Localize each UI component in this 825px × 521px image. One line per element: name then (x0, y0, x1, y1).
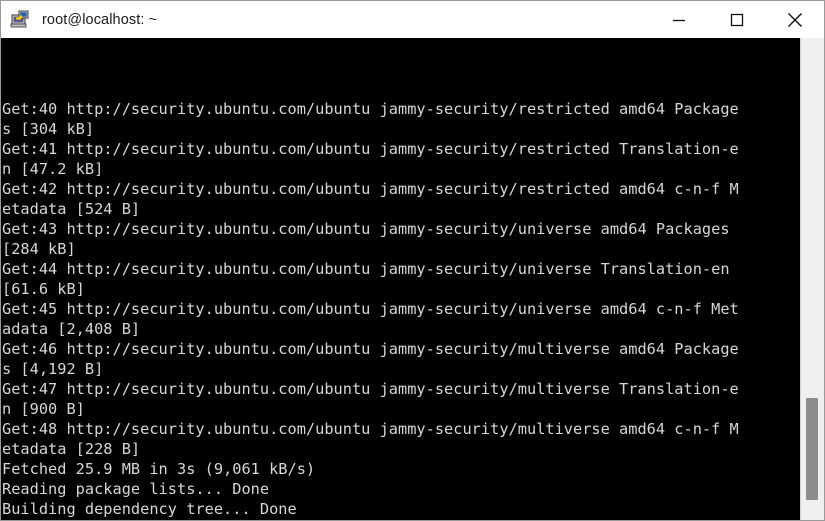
scrollbar-thumb[interactable] (806, 398, 818, 500)
window-title: root@localhost: ~ (42, 11, 158, 28)
terminal-line: Get:47 http://security.ubuntu.com/ubuntu… (2, 380, 739, 398)
terminal-line: n [900 B] (2, 400, 85, 418)
terminal-line: s [304 kB] (2, 120, 95, 138)
terminal-line: Fetched 25.9 MB in 3s (9,061 kB/s) (2, 460, 316, 478)
window-controls (650, 1, 824, 38)
minimize-icon (673, 19, 685, 21)
terminal-line: Get:42 http://security.ubuntu.com/ubuntu… (2, 180, 739, 198)
terminal-line: n [47.2 kB] (2, 160, 104, 178)
terminal-line: [61.6 kB] (2, 280, 85, 298)
title-bar[interactable]: root@localhost: ~ (1, 1, 824, 38)
terminal-line: Get:44 http://security.ubuntu.com/ubuntu… (2, 260, 730, 278)
terminal-computer-icon (10, 9, 32, 31)
terminal-output[interactable]: Get:40 http://security.ubuntu.com/ubuntu… (1, 38, 800, 520)
close-button[interactable] (766, 1, 824, 38)
terminal-line: Get:45 http://security.ubuntu.com/ubuntu… (2, 300, 739, 318)
terminal-window: root@localhost: ~ Get:40 http://security… (0, 0, 825, 521)
terminal-line: Get:40 http://security.ubuntu.com/ubuntu… (2, 100, 739, 118)
terminal-scrollbar[interactable] (800, 38, 824, 520)
terminal-line: adata [2,408 B] (2, 320, 141, 338)
terminal-line: Get:41 http://security.ubuntu.com/ubuntu… (2, 140, 739, 158)
terminal-line: Reading package lists... Done (2, 480, 270, 498)
maximize-icon (730, 13, 744, 26)
terminal-line: Building dependency tree... Done (2, 500, 297, 518)
close-icon (788, 12, 802, 27)
terminal-line: Get:46 http://security.ubuntu.com/ubuntu… (2, 340, 739, 358)
terminal-line: s [4,192 B] (2, 360, 104, 378)
terminal-line: [284 kB] (2, 240, 76, 258)
terminal-area: Get:40 http://security.ubuntu.com/ubuntu… (1, 38, 824, 520)
terminal-line: Get:48 http://security.ubuntu.com/ubuntu… (2, 420, 739, 438)
terminal-line: Reading state information... Done (2, 519, 800, 520)
terminal-line: etadata [228 B] (2, 440, 141, 458)
minimize-button[interactable] (650, 1, 708, 38)
maximize-button[interactable] (708, 1, 766, 38)
terminal-line: Get:43 http://security.ubuntu.com/ubuntu… (2, 220, 730, 238)
terminal-line: etadata [524 B] (2, 200, 141, 218)
